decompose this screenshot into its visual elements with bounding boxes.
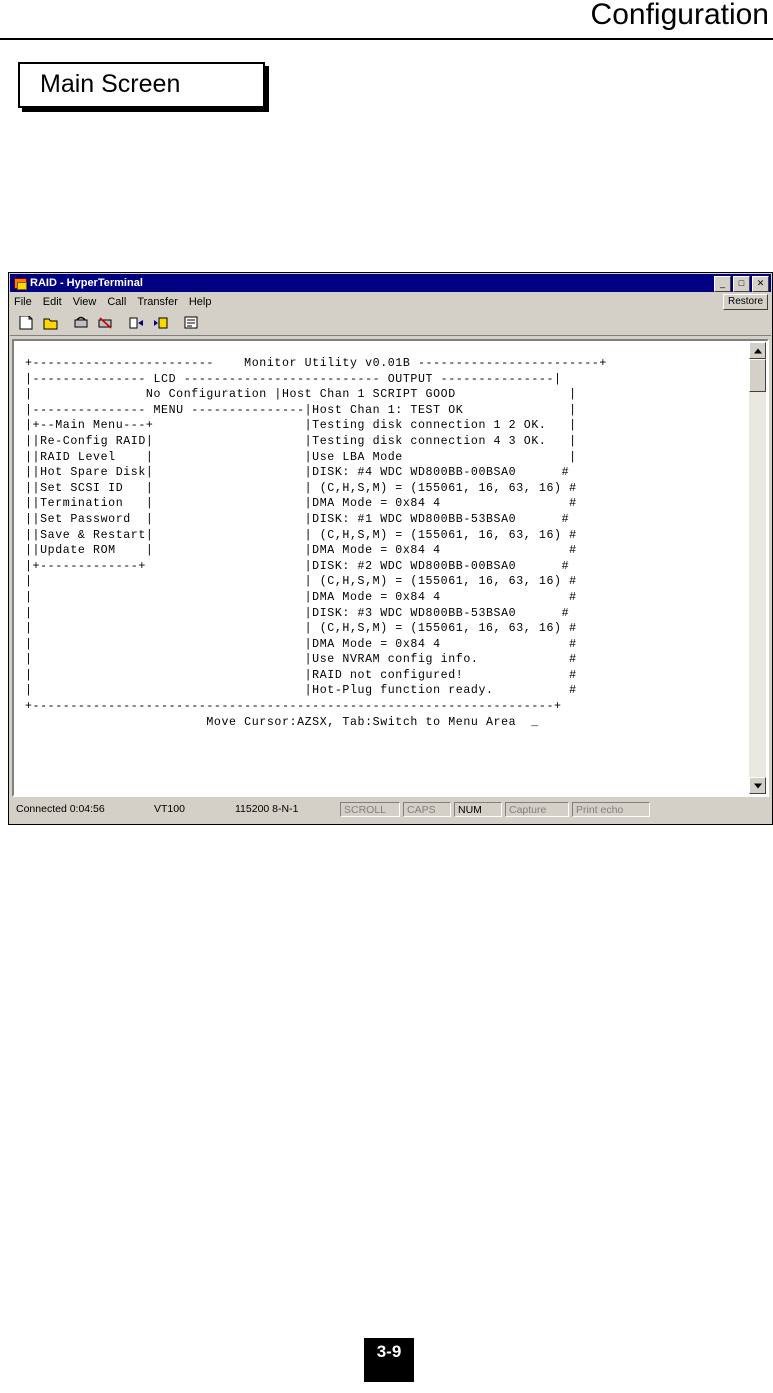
terminal-text: +------------------------ Monitor Utilit… <box>25 357 607 729</box>
phone-modem-icon <box>13 276 27 290</box>
minimize-button[interactable]: _ <box>714 276 731 292</box>
close-button[interactable]: ✕ <box>752 276 769 292</box>
menu-item-transfer[interactable]: Transfer <box>137 296 178 308</box>
terminal-area[interactable]: +------------------------ Monitor Utilit… <box>12 339 769 797</box>
call-icon[interactable] <box>70 312 93 334</box>
window-title: RAID - HyperTerminal <box>30 277 143 289</box>
scrollbar-track[interactable] <box>749 359 766 777</box>
properties-icon[interactable] <box>180 312 203 334</box>
status-connected: Connected 0:04:56 <box>13 802 148 817</box>
disconnect-icon[interactable] <box>94 312 117 334</box>
status-emulation: VT100 <box>151 802 229 817</box>
send-file-icon[interactable] <box>125 312 148 334</box>
status-line-settings: 115200 8-N-1 <box>232 802 337 817</box>
status-print-echo: Print echo <box>572 802 650 817</box>
status-capture: Capture <box>505 802 569 817</box>
restore-button[interactable]: Restore <box>722 294 768 310</box>
page-header: Configuration <box>0 0 773 36</box>
vertical-scrollbar[interactable] <box>749 342 766 794</box>
menu-item-edit[interactable]: Edit <box>43 296 62 308</box>
terminal-screen[interactable]: +------------------------ Monitor Utilit… <box>15 342 752 794</box>
status-scroll: SCROLL <box>340 802 400 817</box>
scrollbar-thumb[interactable] <box>749 359 766 392</box>
open-icon[interactable] <box>39 312 62 334</box>
menu-item-file[interactable]: File <box>14 296 32 308</box>
status-caps: CAPS <box>403 802 451 817</box>
page-number-box: 3-9 <box>364 1338 414 1382</box>
menu-item-call[interactable]: Call <box>107 296 126 308</box>
title-bar: RAID - HyperTerminal _ □ ✕ <box>10 274 771 292</box>
menu-item-help[interactable]: Help <box>189 296 212 308</box>
menu-item-view[interactable]: View <box>73 296 97 308</box>
status-bar: Connected 0:04:56 VT100 115200 8-N-1 SCR… <box>10 800 771 819</box>
status-num: NUM <box>454 802 502 817</box>
hyperterminal-window: RAID - HyperTerminal _ □ ✕ File Edit Vie… <box>8 272 773 825</box>
section-title-box: Main Screen <box>18 62 265 108</box>
new-connection-icon[interactable] <box>15 312 38 334</box>
page-number: 3-9 <box>376 1342 402 1361</box>
header-divider <box>0 38 773 40</box>
receive-file-icon[interactable] <box>149 312 172 334</box>
section-title-label: Main Screen <box>40 70 181 98</box>
toolbar <box>10 311 771 336</box>
maximize-button[interactable]: □ <box>733 276 750 292</box>
window-frame: RAID - HyperTerminal _ □ ✕ File Edit Vie… <box>8 272 773 825</box>
window-controls: _ □ ✕ <box>714 276 769 292</box>
menu-bar: File Edit View Call Transfer Help Restor… <box>10 293 771 310</box>
page-title: Configuration <box>590 0 769 31</box>
scroll-up-icon[interactable] <box>749 342 766 359</box>
scroll-down-icon[interactable] <box>749 777 766 794</box>
